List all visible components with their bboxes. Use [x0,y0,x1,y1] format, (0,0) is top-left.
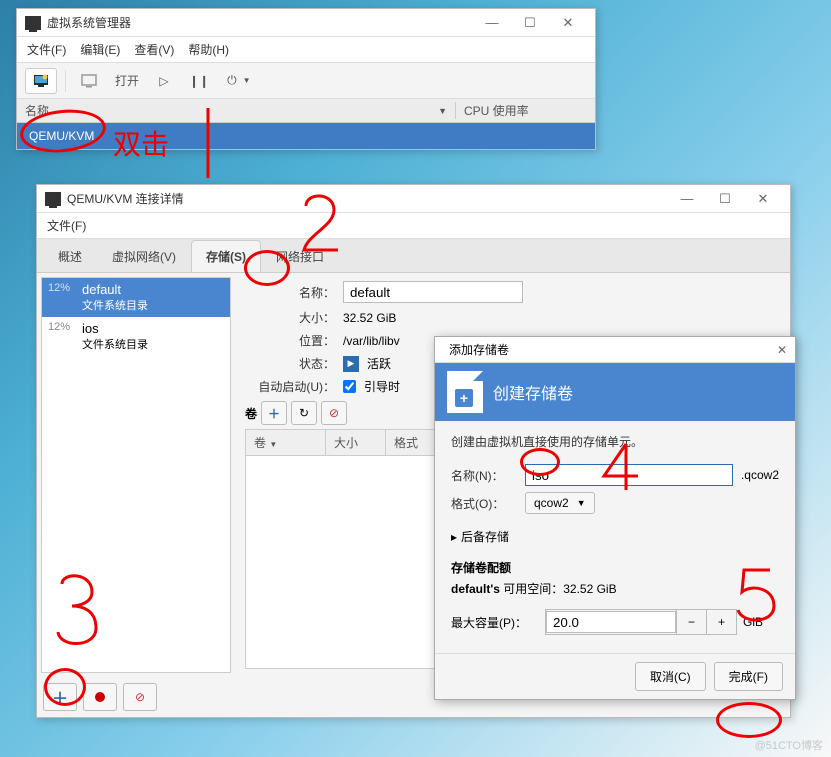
volume-name-input[interactable] [525,464,733,486]
menu-file[interactable]: 文件(F) [47,217,86,234]
dialog-header: + 创建存储卷 [435,363,795,421]
start-pool-button[interactable] [83,683,117,711]
watermark: @51CTO博客 [755,737,823,753]
run-button[interactable]: ▷ [150,68,178,94]
menu-help[interactable]: 帮助(H) [188,41,229,58]
increment-button[interactable]: + [706,610,736,634]
refresh-button[interactable]: ↻ [291,401,317,425]
add-volume-dialog: 添加存储卷 ✕ + 创建存储卷 创建由虚拟机直接使用的存储单元。 名称(N)： … [434,336,796,700]
finish-button[interactable]: 完成(F) [714,662,783,691]
delete-volume-button[interactable]: ⊘ [321,401,347,425]
label-state: 状态： [245,355,335,372]
pool-state: 活跃 [367,355,391,372]
close-button[interactable]: ✕ [744,187,782,211]
label-format: 格式(O)： [451,495,517,512]
col-size[interactable]: 大小 [326,430,386,455]
new-vm-button[interactable] [25,68,57,94]
app-icon [25,16,41,30]
pool-name-input[interactable] [343,281,523,303]
label-size: 大小： [245,309,335,326]
max-capacity-input[interactable] [546,611,676,633]
dialog-description: 创建由虚拟机直接使用的存储单元。 [451,433,779,450]
app-icon [45,192,61,206]
label-name: 名称： [245,284,335,301]
menu-view[interactable]: 查看(V) [134,41,174,58]
pool-usage: 12% [48,282,76,313]
tab-storage[interactable]: 存储(S) [191,240,261,272]
toolbar: 打开 ▷ ❙❙ ⏻▼ [17,63,595,99]
virt-manager-window: 虚拟系统管理器 — ☐ ✕ 文件(F) 编辑(E) 查看(V) 帮助(H) 打开… [16,8,596,150]
backing-store-expander[interactable]: ▸ 后备存储 [451,528,779,545]
pool-list: 12% default 文件系统目录 12% ios 文件系统目录 [41,277,231,673]
quota-info: default's 可用空间：32.52 GiB [451,580,779,597]
shutdown-dropdown[interactable]: ⏻▼ [220,68,257,94]
col-cpu[interactable]: CPU 使用率 [455,102,595,119]
window-title: QEMU/KVM 连接详情 [67,190,668,207]
minimize-button[interactable]: — [473,11,511,35]
autostart-checkbox[interactable] [343,380,356,393]
cancel-button[interactable]: 取消(C) [635,662,706,691]
new-document-icon: + [447,371,483,413]
tab-overview[interactable]: 概述 [43,240,97,272]
format-dropdown[interactable]: qcow2 ▼ [525,492,595,514]
triangle-right-icon: ▸ [451,530,457,544]
sort-icon[interactable]: ▼ [438,106,455,116]
col-name[interactable]: 名称 [25,102,49,119]
console-icon[interactable] [74,68,104,94]
dialog-heading: 创建存储卷 [493,380,573,404]
label-location: 位置： [245,332,335,349]
state-icon: ▶ [343,356,359,372]
pool-size: 32.52 GiB [343,311,396,325]
unit-label: GiB [743,615,763,629]
pool-usage: 12% [48,321,76,352]
col-volume[interactable]: 卷 ▼ [246,430,326,455]
quota-heading: 存储卷配额 [451,559,779,576]
dialog-title: 添加存储卷 [449,341,509,358]
decrement-button[interactable]: − [676,610,706,634]
add-pool-button[interactable]: ＋ [43,683,77,711]
pool-type: 文件系统目录 [82,336,148,352]
label-max-capacity: 最大容量(P)： [451,614,539,631]
vm-list-header: 名称 ▼ CPU 使用率 [17,99,595,123]
label-autostart: 自动启动(U)： [245,378,335,395]
extension-label: .qcow2 [741,468,779,482]
maximize-button[interactable]: ☐ [511,11,549,35]
pool-name: ios [82,321,148,336]
pool-type: 文件系统目录 [82,297,148,313]
chevron-down-icon: ▼ [577,498,586,508]
pool-name: default [82,282,148,297]
maximize-button[interactable]: ☐ [706,187,744,211]
menubar: 文件(F) [37,213,790,239]
connection-row[interactable]: QEMU/KVM [17,123,595,149]
menubar: 文件(F) 编辑(E) 查看(V) 帮助(H) [17,37,595,63]
titlebar: 虚拟系统管理器 — ☐ ✕ [17,9,595,37]
connection-label: QEMU/KVM [29,129,94,143]
minimize-button[interactable]: — [668,187,706,211]
close-button[interactable]: ✕ [777,343,787,357]
tabs: 概述 虚拟网络(V) 存储(S) 网络接口 [37,239,790,273]
label-name: 名称(N)： [451,467,517,484]
autostart-text: 引导时 [364,378,400,395]
pool-item-default[interactable]: 12% default 文件系统目录 [42,278,230,317]
dialog-titlebar: 添加存储卷 ✕ [435,337,795,363]
titlebar: QEMU/KVM 连接详情 — ☐ ✕ [37,185,790,213]
pool-location: /var/lib/libv [343,334,400,348]
close-button[interactable]: ✕ [549,11,587,35]
menu-file[interactable]: 文件(F) [27,41,66,58]
open-button[interactable]: 打开 [108,68,146,94]
tab-network-interfaces[interactable]: 网络接口 [261,240,339,272]
menu-edit[interactable]: 编辑(E) [80,41,120,58]
tab-virtual-networks[interactable]: 虚拟网络(V) [97,240,191,272]
pool-item-ios[interactable]: 12% ios 文件系统目录 [42,317,230,356]
add-volume-button[interactable]: ＋ [261,401,287,425]
window-title: 虚拟系统管理器 [47,14,473,31]
pause-button[interactable]: ❙❙ [182,68,216,94]
delete-pool-button[interactable]: ⊘ [123,683,157,711]
label-volumes: 卷 [245,405,257,422]
max-capacity-spinner[interactable]: − + [545,609,737,635]
